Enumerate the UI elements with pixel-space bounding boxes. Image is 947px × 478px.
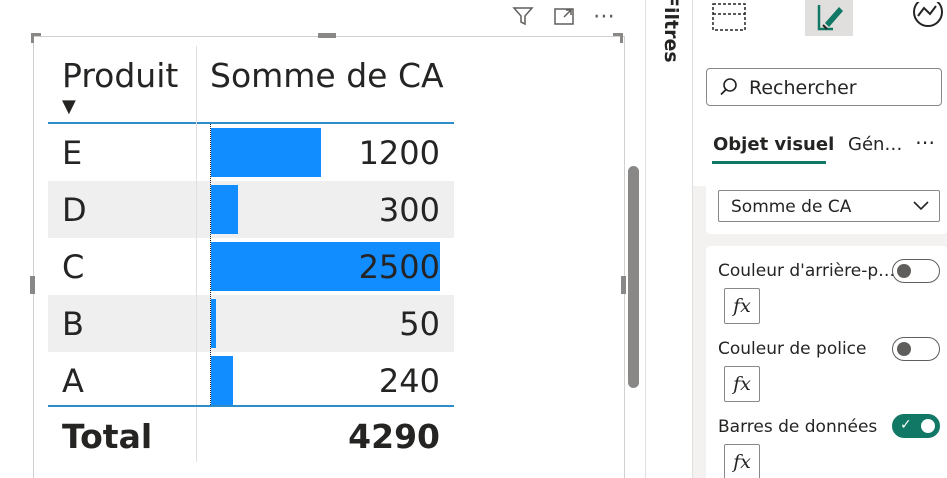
data-bar: [211, 299, 216, 348]
data-bar: [211, 356, 233, 405]
filters-pane-collapsed[interactable]: [645, 0, 693, 478]
table-row[interactable]: C 2500: [48, 238, 454, 295]
data-bar: [211, 128, 321, 177]
table-row[interactable]: A 240: [48, 352, 454, 409]
build-visual-icon[interactable]: [707, 0, 751, 36]
cell-elements-card: Couleur d'arrière-p… fx Couleur de polic…: [706, 246, 947, 478]
more-options-icon[interactable]: ⋯: [591, 4, 617, 29]
row-value: 1200: [358, 134, 440, 172]
toggle-knob: [921, 419, 935, 433]
data-bar-axis: [210, 124, 211, 405]
background-color-label: Couleur d'arrière-p…: [718, 261, 896, 281]
sort-descending-icon[interactable]: ▼: [62, 96, 76, 117]
filters-pane-label[interactable]: Filtres: [660, 0, 682, 63]
column-separator[interactable]: [196, 46, 197, 462]
data-bars-fx-button[interactable]: fx: [724, 444, 760, 478]
field-select-card: Somme de CA: [706, 186, 947, 234]
row-label: A: [62, 362, 84, 400]
report-canvas: ⋯ Produit ▼ Somme de CA E 1200 D 300 C 2…: [0, 0, 645, 478]
table-row[interactable]: E 1200: [48, 124, 454, 181]
background-color-toggle[interactable]: [892, 259, 940, 283]
toggle-knob: [897, 342, 911, 356]
chevron-down-icon: [913, 201, 929, 211]
resize-handle-right[interactable]: [621, 276, 626, 294]
data-bar: [211, 185, 238, 234]
row-value: 2500: [358, 248, 440, 286]
row-value: 240: [378, 362, 440, 400]
toggle-knob: [897, 264, 911, 278]
resize-handle-top[interactable]: [318, 33, 336, 38]
resize-handle-left[interactable]: [30, 276, 35, 294]
font-color-toggle[interactable]: [892, 337, 940, 361]
row-label: D: [62, 191, 87, 229]
font-color-fx-button[interactable]: fx: [724, 366, 760, 402]
total-label: Total: [62, 417, 153, 456]
resize-handle-top-left[interactable]: [31, 33, 41, 43]
row-value: 300: [378, 191, 440, 229]
row-label: C: [62, 248, 85, 286]
row-label: B: [62, 305, 84, 343]
format-search-input[interactable]: Rechercher: [706, 68, 942, 106]
analytics-icon[interactable]: [905, 0, 947, 36]
format-pane: Rechercher Objet visuel Gén… ⋯ Somme de …: [693, 0, 947, 478]
resize-handle-top-right[interactable]: [613, 33, 623, 43]
row-value: 50: [399, 305, 440, 343]
table-row[interactable]: D 300: [48, 181, 454, 238]
data-bars-label: Barres de données: [718, 417, 878, 437]
row-label: E: [62, 134, 83, 172]
tabs-more-icon[interactable]: ⋯: [915, 130, 936, 154]
filter-icon[interactable]: [510, 4, 536, 28]
field-select-value: Somme de CA: [731, 197, 852, 217]
paintbrush-icon[interactable]: [805, 0, 853, 36]
check-icon: ✓: [900, 417, 912, 433]
active-tab-indicator: [712, 161, 826, 164]
field-select[interactable]: Somme de CA: [718, 190, 940, 222]
total-row[interactable]: Total 4290: [48, 407, 454, 467]
search-icon: [720, 78, 737, 96]
column-header-produit[interactable]: Produit: [62, 56, 178, 95]
table-row[interactable]: B 50: [48, 295, 454, 352]
canvas-scrollbar[interactable]: [628, 166, 639, 388]
total-value: 4290: [348, 417, 440, 456]
focus-mode-icon[interactable]: [551, 4, 577, 28]
data-bars-toggle[interactable]: ✓: [892, 414, 940, 438]
column-header-somme-ca[interactable]: Somme de CA: [210, 56, 444, 95]
background-color-fx-button[interactable]: fx: [724, 288, 760, 324]
font-color-label: Couleur de police: [718, 339, 867, 359]
tab-general[interactable]: Gén…: [848, 134, 902, 155]
search-placeholder: Rechercher: [749, 77, 857, 99]
tab-objet-visuel[interactable]: Objet visuel: [713, 134, 834, 155]
